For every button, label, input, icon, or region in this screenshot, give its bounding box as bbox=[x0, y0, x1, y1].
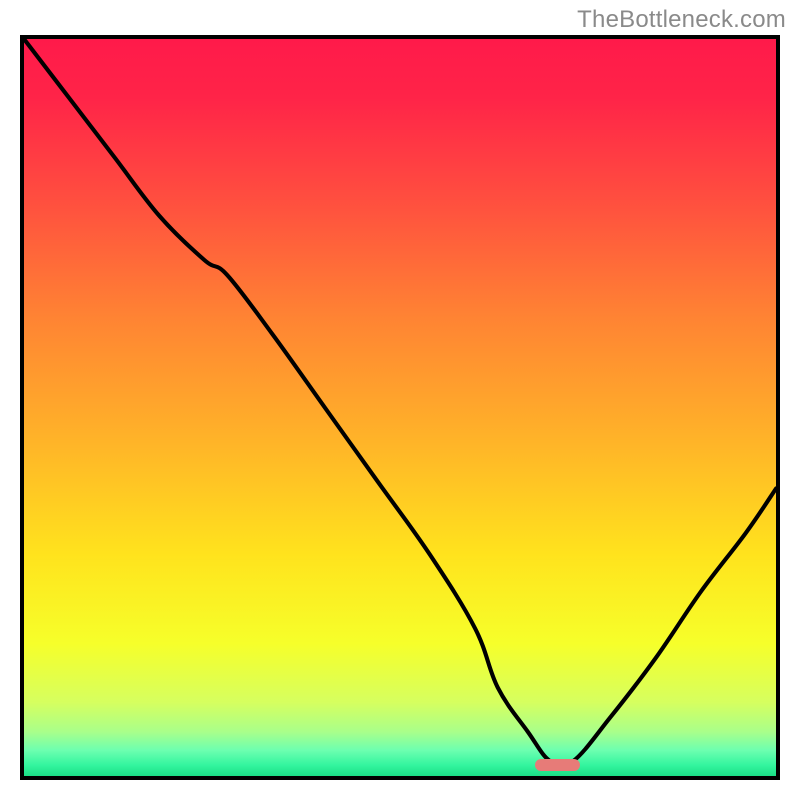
chart-frame bbox=[20, 35, 780, 780]
chart-curve-layer bbox=[24, 39, 776, 776]
watermark-text: TheBottleneck.com bbox=[577, 6, 786, 34]
optimal-range-marker bbox=[535, 759, 580, 771]
bottleneck-curve bbox=[24, 39, 776, 766]
